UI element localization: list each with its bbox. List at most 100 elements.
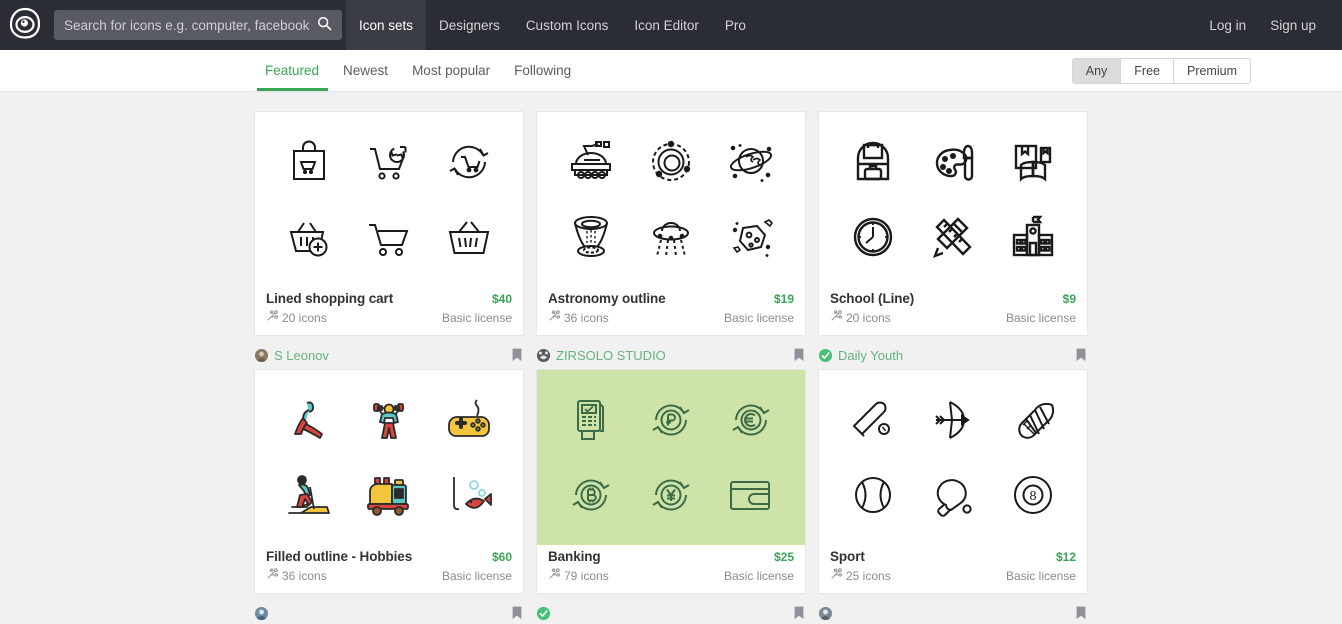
icon-set-card[interactable]: Lined shopping cart $40 (254, 111, 524, 336)
icon-set-card[interactable]: School (Line) $9 2 (818, 111, 1088, 336)
billiard-ball-icon: 8 (1009, 471, 1057, 519)
ping-pong-paddle-icon (928, 471, 978, 519)
tab-featured[interactable]: Featured (254, 50, 331, 91)
card-preview[interactable] (537, 370, 805, 545)
vector-node-icon (548, 568, 560, 583)
set-price: $40 (492, 292, 512, 306)
icon-count: 20 icons (266, 310, 327, 325)
search-input[interactable] (54, 10, 342, 40)
baseball-bat-icon (848, 396, 898, 444)
set-title: School (Line) (830, 291, 914, 306)
avatar[interactable] (255, 349, 268, 362)
wallet-icon (726, 473, 776, 517)
set-price: $9 (1063, 292, 1076, 306)
card-meta: School (Line) $9 2 (819, 287, 1087, 335)
icon-set-card[interactable]: 8 Sport $12 (818, 369, 1088, 594)
card-preview[interactable] (537, 112, 805, 287)
cart-sync-icon (444, 138, 494, 186)
set-title: Filled outline - Hobbies (266, 549, 412, 564)
tab-most-popular[interactable]: Most popular (400, 50, 502, 91)
card-row-1: Lined shopping cart $40 (254, 111, 1088, 369)
card-byline (536, 599, 806, 624)
license-label: Basic license (724, 569, 794, 583)
nav-item-icon-editor[interactable]: Icon Editor (621, 0, 712, 50)
icon-set-card[interactable]: Banking $25 79 ico (536, 369, 806, 594)
login-link[interactable]: Log in (1197, 0, 1258, 50)
bow-arrow-icon (928, 396, 978, 444)
icon-count: 36 icons (266, 568, 327, 583)
icon-count-label: 36 icons (564, 311, 609, 325)
cart-refresh-icon (364, 138, 414, 186)
designer-link[interactable]: ZIRSOLO STUDIO (556, 348, 666, 363)
gamepad-icon (444, 396, 494, 444)
yoga-icon (284, 396, 334, 444)
card-byline: Daily Youth (818, 341, 1088, 369)
card-preview[interactable] (819, 112, 1087, 287)
weightlifting-icon (364, 396, 414, 444)
avatar[interactable] (537, 349, 550, 362)
vector-node-icon (830, 568, 842, 583)
card-preview[interactable] (255, 112, 523, 287)
nav-item-designers[interactable]: Designers (426, 0, 513, 50)
bookmark-icon[interactable] (794, 606, 805, 620)
card-meta: Filled outline - Hobbies $60 (255, 545, 523, 593)
bookmark-icon[interactable] (1076, 606, 1087, 620)
bookmark-icon[interactable] (512, 348, 523, 362)
icon-count-label: 20 icons (846, 311, 891, 325)
nav-item-pro[interactable]: Pro (712, 0, 759, 50)
pencil-ruler-icon (929, 213, 977, 261)
signup-link[interactable]: Sign up (1258, 0, 1328, 50)
price-filter-any[interactable]: Any (1073, 59, 1122, 83)
designer-link[interactable]: Daily Youth (838, 348, 903, 363)
price-filter-free[interactable]: Free (1121, 59, 1174, 83)
card-terminal-icon (568, 395, 614, 445)
icon-set-card[interactable]: Filled outline - Hobbies $60 (254, 369, 524, 594)
bookmark-icon[interactable] (794, 348, 805, 362)
wormhole-icon (567, 213, 615, 261)
iconfinder-eye-logo-icon (8, 6, 42, 45)
icon-count: 20 icons (830, 310, 891, 325)
card-preview[interactable]: 8 (819, 370, 1087, 545)
set-title: Lined shopping cart (266, 291, 393, 306)
card-column: Banking $25 79 ico (536, 369, 806, 624)
bookmark-icon[interactable] (512, 606, 523, 620)
shopping-basket-icon (445, 213, 493, 261)
set-price: $25 (774, 550, 794, 564)
avatar[interactable] (819, 349, 832, 362)
site-logo[interactable] (0, 0, 50, 50)
saturn-planet-icon (726, 138, 776, 186)
card-column: 8 Sport $12 (818, 369, 1088, 624)
avatar[interactable] (819, 607, 832, 620)
vector-node-icon (548, 310, 560, 325)
search-button[interactable] (310, 10, 338, 40)
main-nav-links: Icon sets Designers Custom Icons Icon Ed… (346, 0, 759, 50)
search-box[interactable] (54, 10, 342, 40)
icon-set-card[interactable]: Astronomy outline $19 (536, 111, 806, 336)
shuttlecock-icon (1008, 396, 1058, 444)
icon-count-label: 20 icons (282, 311, 327, 325)
card-preview[interactable] (255, 370, 523, 545)
icon-count-label: 36 icons (282, 569, 327, 583)
card-column: Filled outline - Hobbies $60 (254, 369, 524, 624)
sub-navigation-bar: Featured Newest Most popular Following A… (0, 50, 1342, 92)
card-meta: Astronomy outline $19 (537, 287, 805, 335)
card-meta: Banking $25 79 ico (537, 545, 805, 593)
nav-item-custom-icons[interactable]: Custom Icons (513, 0, 622, 50)
vector-node-icon (266, 568, 278, 583)
tab-newest[interactable]: Newest (331, 50, 400, 91)
clock-icon (849, 213, 897, 261)
designer-link[interactable]: S Leonov (274, 348, 329, 363)
euro-exchange-icon (727, 396, 775, 444)
price-filter-premium[interactable]: Premium (1174, 59, 1250, 83)
vector-node-icon (830, 310, 842, 325)
nav-item-icon-sets[interactable]: Icon sets (346, 0, 426, 50)
school-building-icon (1008, 213, 1058, 261)
avatar[interactable] (255, 607, 268, 620)
account-links: Log in Sign up (1197, 0, 1342, 50)
license-label: Basic license (442, 311, 512, 325)
bookmark-icon[interactable] (1076, 348, 1087, 362)
svg-text:8: 8 (1030, 489, 1037, 504)
tab-following[interactable]: Following (502, 50, 583, 91)
icon-count-label: 79 icons (564, 569, 609, 583)
avatar[interactable] (537, 607, 550, 620)
